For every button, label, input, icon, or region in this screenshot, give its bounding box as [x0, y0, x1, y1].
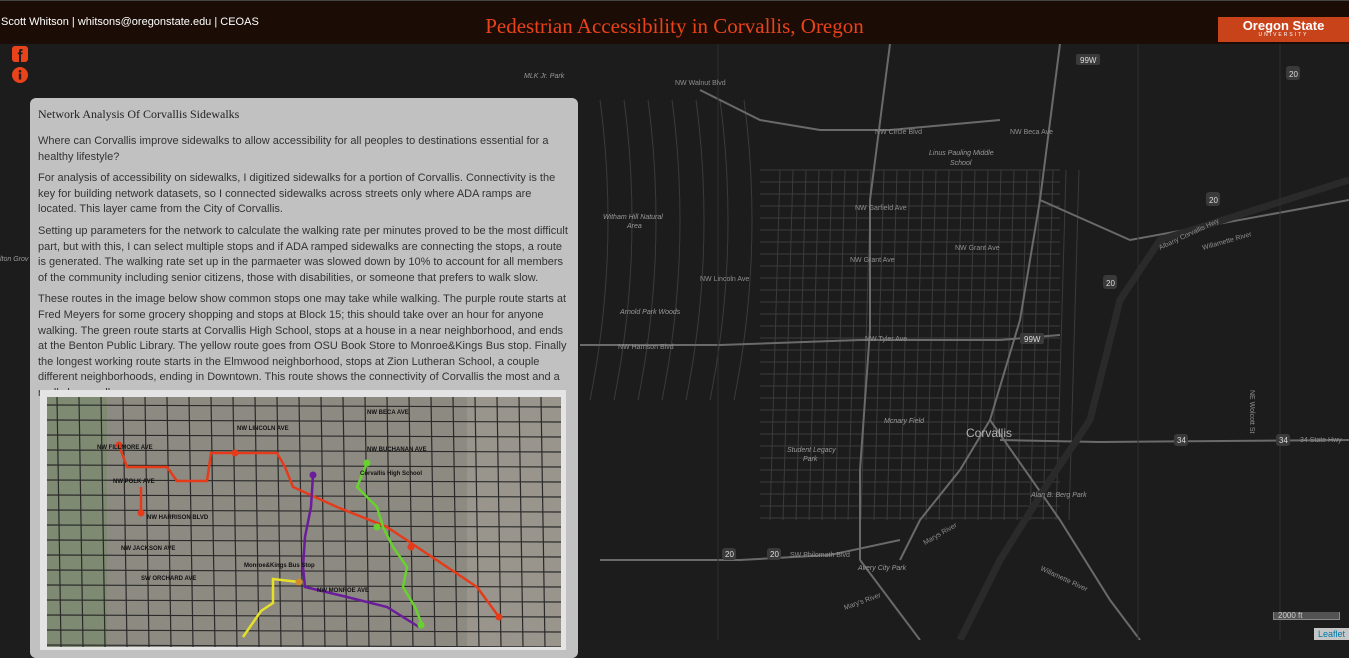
- osu-logo[interactable]: Oregon State UNIVERSITY: [1218, 17, 1349, 42]
- street-label: NW Lincoln Ave: [700, 276, 749, 283]
- street-label: NW Grant Ave: [955, 245, 1000, 252]
- svg-text:20: 20: [725, 550, 734, 559]
- street-label: NW Grant Ave: [850, 257, 895, 264]
- inset-label: NW LINCOLN AVE: [237, 426, 289, 432]
- panel-title: Network Analysis Of Corvallis Sidewalks: [38, 107, 240, 121]
- svg-text:20: 20: [1289, 70, 1298, 79]
- inset-label: Corvallis High School: [360, 471, 422, 477]
- attribution-link[interactable]: Leaflet: [1313, 628, 1349, 640]
- place-label: Arnold Park Woods: [619, 309, 681, 316]
- panel-paragraph: Where can Corvallis improve sidewalks to…: [38, 135, 549, 163]
- svg-text:99W: 99W: [1080, 56, 1097, 65]
- inset-label: NW MONROE AVE: [317, 588, 369, 594]
- city-label: Corvallis: [966, 426, 1012, 440]
- street-label: NW Walnut Blvd: [675, 80, 726, 87]
- inset-label: NW FILLMORE AVE: [97, 445, 153, 451]
- place-label: Park: [803, 456, 818, 463]
- place-label: lton Grov: [0, 256, 29, 263]
- inset-label: NW HARRISON BLVD: [147, 515, 209, 521]
- inset-label: NW JACKSON AVE: [121, 546, 175, 552]
- panel-paragraph: Setting up parameters for the network to…: [38, 224, 568, 284]
- svg-text:99W: 99W: [1024, 335, 1041, 344]
- street-label: NW Circle Blvd: [875, 129, 922, 136]
- svg-text:34: 34: [1177, 436, 1186, 445]
- place-label: Student Legacy: [787, 447, 836, 454]
- panel-body: Where can Corvallis improve sidewalks to…: [38, 134, 571, 408]
- place-label: Witham Hill Natural: [603, 214, 663, 221]
- street-label: 34 State Hwy: [1300, 437, 1342, 444]
- street-label: NW Garfield Ave: [855, 205, 907, 212]
- place-label: School: [950, 160, 972, 167]
- inset-label: NW BUCHANAN AVE: [367, 447, 427, 453]
- street-label: NW Tyler Ave: [865, 336, 907, 343]
- place-label: Avery City Park: [857, 565, 907, 572]
- route-map-svg: NW BECA AVE NW LINCOLN AVE NW BUCHANAN A…: [47, 397, 561, 647]
- header-bar: Scott Whitson | whitsons@oregonstate.edu…: [0, 0, 1349, 44]
- page-title: Pedestrian Accessibility in Corvallis, O…: [485, 14, 864, 38]
- place-label: Linus Pauling Middle: [929, 150, 994, 157]
- place-label: Area: [626, 223, 642, 230]
- street-label: NW Harrison Blvd: [618, 344, 674, 351]
- scale-bar: 2000 ft: [1273, 612, 1340, 620]
- panel-paragraph: For analysis of accessibility on sidewal…: [38, 172, 556, 216]
- svg-text:20: 20: [1209, 196, 1218, 205]
- route-map-image: NW BECA AVE NW LINCOLN AVE NW BUCHANAN A…: [40, 390, 566, 650]
- place-label: Mcnary Field: [884, 418, 925, 425]
- inset-label: SW ORCHARD AVE: [141, 576, 196, 582]
- logo-line2: UNIVERSITY: [1258, 32, 1309, 38]
- svg-text:20: 20: [1106, 279, 1115, 288]
- place-label: Alan B. Berg Park: [1030, 492, 1087, 499]
- svg-text:34: 34: [1279, 436, 1288, 445]
- street-label: NW Beca Ave: [1010, 129, 1053, 136]
- street-label: SW Philomath Blvd: [790, 552, 850, 559]
- place-label: MLK Jr. Park: [524, 73, 565, 80]
- inset-label: NW BECA AVE: [367, 410, 409, 416]
- svg-text:20: 20: [770, 550, 779, 559]
- panel-paragraph: These routes in the image below show com…: [38, 293, 567, 399]
- logo-line1: Oregon State: [1242, 18, 1325, 33]
- info-icon[interactable]: [12, 67, 28, 83]
- inset-label: Monroe&Kings Bus Stop: [244, 563, 315, 569]
- street-label: NE Wolcott St: [1248, 390, 1255, 433]
- facebook-icon[interactable]: [12, 46, 28, 62]
- inset-label: NW POLK AVE: [113, 479, 155, 485]
